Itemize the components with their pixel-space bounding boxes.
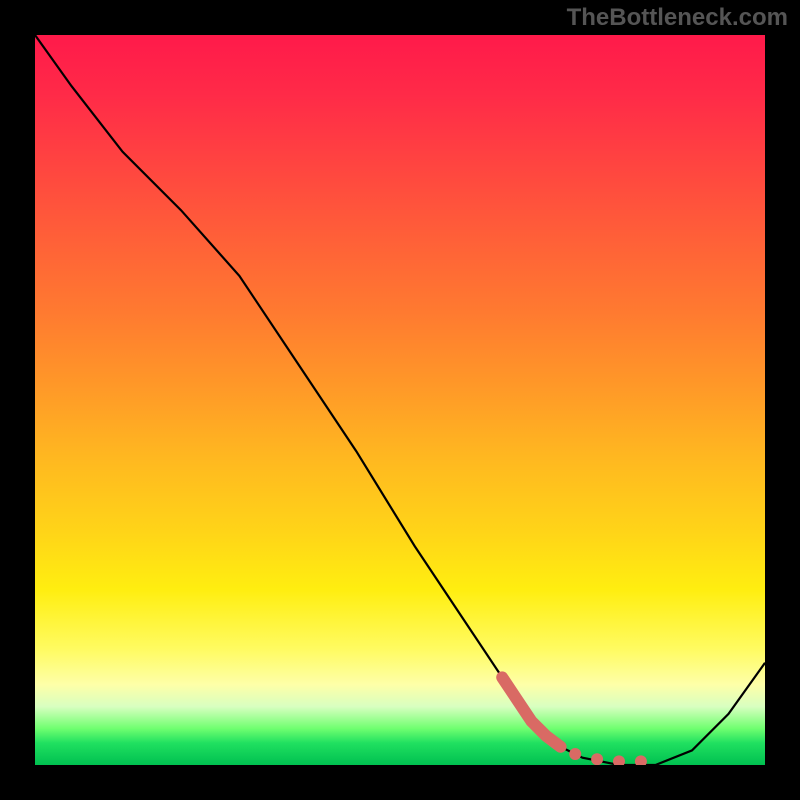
watermark-text: TheBottleneck.com: [567, 4, 788, 32]
chart-background: [35, 35, 765, 765]
